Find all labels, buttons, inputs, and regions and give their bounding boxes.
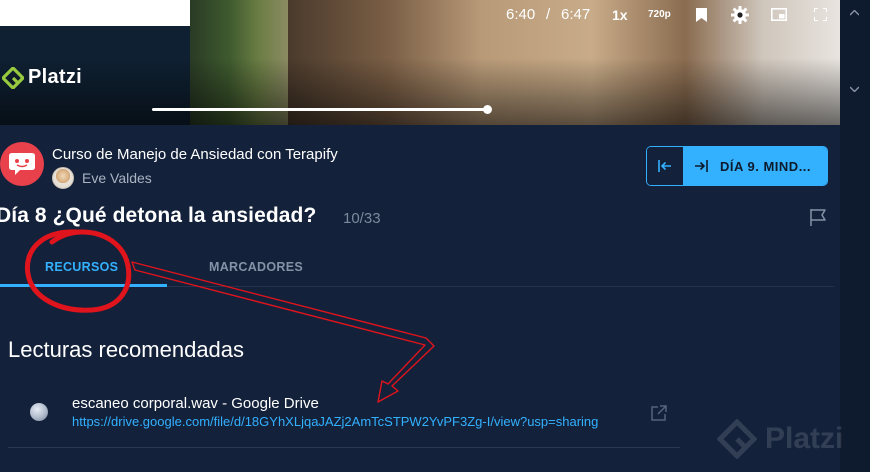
watermark-text: Platzi — [765, 422, 844, 455]
video-brand-text: Platzi — [28, 66, 83, 88]
globe-icon — [30, 403, 48, 421]
volume-button[interactable] — [30, 0, 48, 29]
previous-lesson-button[interactable] — [647, 147, 684, 185]
course-logo[interactable] — [0, 142, 44, 186]
progress-bar[interactable] — [152, 108, 488, 111]
forward-icon — [116, 8, 132, 21]
report-flag-icon[interactable] — [808, 207, 828, 227]
author-avatar — [52, 167, 74, 189]
external-link-icon[interactable] — [650, 405, 667, 422]
video-brand: Platzi — [2, 66, 82, 89]
author-name[interactable]: Eve Valdes — [82, 170, 152, 186]
fullscreen-icon — [813, 8, 827, 21]
platzi-watermark: Platzi — [717, 419, 843, 459]
active-tab-indicator — [0, 284, 167, 287]
arrow-left-bar-icon — [658, 160, 671, 172]
tab-marcadores[interactable]: MARCADORES — [209, 260, 303, 274]
volume-icon — [31, 7, 44, 22]
resource-tabs: RECURSOS MARCADORES — [0, 250, 834, 287]
progress-knob[interactable] — [483, 105, 492, 114]
settings-icon — [731, 5, 749, 24]
tab-recursos[interactable]: RECURSOS — [45, 260, 118, 274]
bookmark-icon — [695, 7, 707, 22]
forward-button[interactable] — [115, 0, 133, 29]
section-title: Lecturas recomendadas — [8, 337, 245, 362]
current-time: 6:40 — [506, 6, 536, 23]
settings-button[interactable] — [730, 0, 750, 29]
right-scroll-strip — [840, 0, 870, 472]
duration: 6:47 — [561, 6, 591, 23]
rewind-button[interactable] — [75, 0, 93, 29]
quality-button[interactable]: 720p — [648, 0, 671, 29]
resource-url[interactable]: https://drive.google.com/file/d/18GYhXLj… — [72, 414, 598, 429]
speed-button[interactable]: 1x — [612, 0, 628, 29]
fullscreen-button[interactable] — [812, 0, 828, 29]
chevron-up-icon[interactable] — [850, 10, 859, 16]
course-title[interactable]: Curso de Manejo de Ansiedad con Terapify — [52, 146, 338, 163]
chat-bubble-icon — [9, 153, 35, 175]
resource-item[interactable]: escaneo corporal.wav - Google Drive http… — [8, 390, 680, 448]
bookmark-button[interactable] — [694, 0, 708, 29]
lesson-count: 10/33 — [343, 210, 381, 227]
resource-name[interactable]: escaneo corporal.wav - Google Drive — [72, 395, 319, 412]
platzi-logo-icon — [2, 66, 24, 89]
lesson-title: Día 8 ¿Qué detona la ansiedad? — [0, 204, 317, 227]
time-separator: / — [546, 6, 551, 23]
play-icon — [1, 8, 10, 21]
next-lesson-button[interactable]: DÍA 9. MIND... — [684, 147, 827, 185]
next-lesson-label: DÍA 9. MIND... — [720, 158, 812, 174]
platzi-watermark-icon — [717, 419, 757, 459]
chevron-down-icon[interactable] — [850, 86, 859, 92]
miniplayer-icon — [771, 8, 787, 21]
miniplayer-button[interactable] — [770, 0, 788, 29]
lesson-navigation: DÍA 9. MIND... — [646, 146, 828, 186]
arrow-right-bar-icon — [695, 160, 708, 172]
video-controls-shadow — [0, 58, 840, 125]
rewind-icon — [76, 8, 92, 21]
play-button[interactable] — [0, 0, 12, 29]
